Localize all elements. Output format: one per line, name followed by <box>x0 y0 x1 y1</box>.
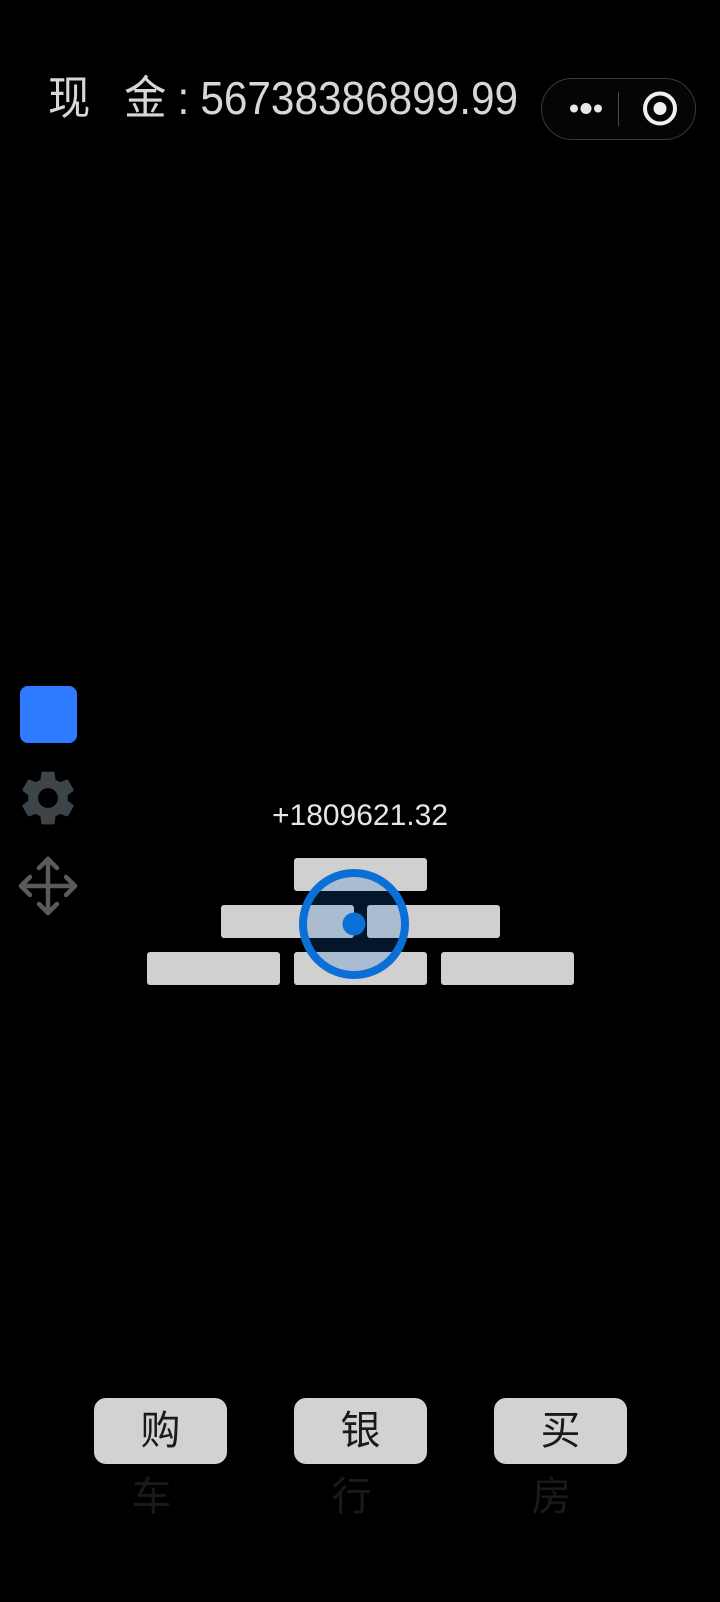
miniprogram-capsule <box>541 78 696 140</box>
brick-bottom-left <box>147 952 280 985</box>
cash-label: 现 金: <box>48 72 201 124</box>
move-arrows-icon[interactable] <box>15 853 81 919</box>
brick-bottom-right <box>441 952 574 985</box>
gear-icon[interactable] <box>15 765 81 831</box>
cash-display: 现 金:56738386899.99 <box>48 70 518 126</box>
income-gain-text: +1809621.32 <box>271 799 448 832</box>
tap-target-icon[interactable] <box>298 868 410 980</box>
capsule-divider <box>618 92 619 126</box>
buy-car-button[interactable]: 购车 <box>94 1398 227 1520</box>
more-dots-icon[interactable] <box>564 79 614 138</box>
target-circle-icon[interactable] <box>635 79 685 138</box>
color-swatch-button[interactable] <box>20 686 77 743</box>
cash-value: 56738386899.99 <box>200 72 519 124</box>
bank-button[interactable]: 银行 <box>294 1398 427 1520</box>
buy-house-button[interactable]: 买房 <box>494 1398 627 1520</box>
